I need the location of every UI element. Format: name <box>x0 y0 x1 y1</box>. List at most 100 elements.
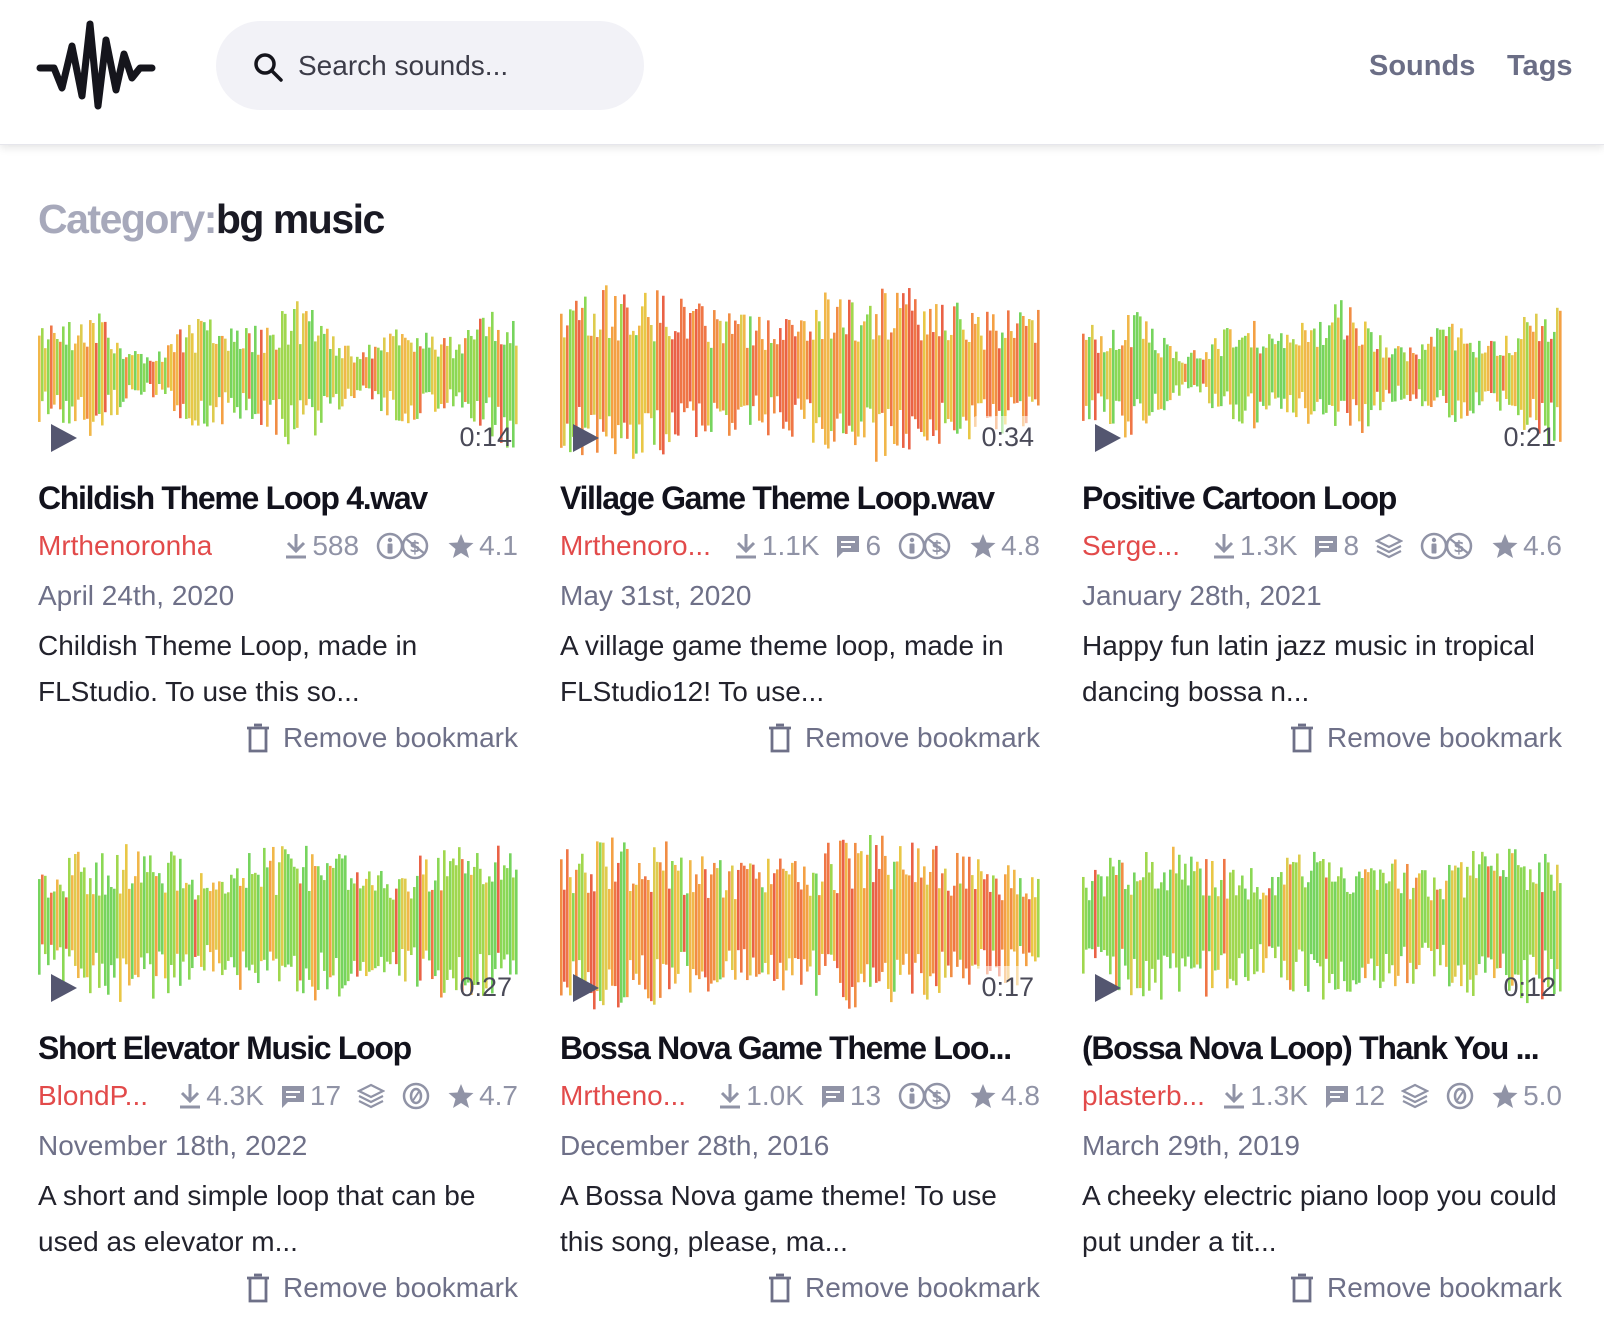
remove-bookmark-label: Remove bookmark <box>1327 722 1562 753</box>
play-icon[interactable] <box>48 971 80 1005</box>
waveform-bar <box>197 319 200 426</box>
waveform-bar <box>1496 853 1499 969</box>
remove-bookmark-label: Remove bookmark <box>1327 1272 1562 1303</box>
search-bar[interactable]: Search sounds... <box>216 21 644 110</box>
waveform-bar <box>428 891 431 961</box>
waveform-bar <box>347 345 350 389</box>
waveform-bar <box>1124 340 1127 438</box>
waveform[interactable]: 0:34 <box>560 278 1040 468</box>
sound-card[interactable]: 0:34 Village Game Theme Loop.wav Mrtheno… <box>560 278 1040 778</box>
waveform-bar <box>734 320 737 430</box>
waveform-bar <box>371 358 374 400</box>
waveform-bar <box>284 313 287 437</box>
waveform-bar <box>1433 346 1436 401</box>
license-stat[interactable]: $ <box>1445 1081 1475 1111</box>
waveform-bar <box>1289 864 1292 990</box>
remove-bookmark-button[interactable]: Remove bookmark <box>1289 1268 1562 1308</box>
cc-by-nc-icon: $ <box>898 532 951 560</box>
license-stat[interactable]: $ <box>897 1081 953 1111</box>
play-icon[interactable] <box>1092 421 1124 455</box>
comments-stat[interactable]: 17 <box>280 1078 341 1114</box>
author-link[interactable]: BlondP... <box>38 1078 148 1114</box>
waveform-bar <box>662 295 665 455</box>
waveform-bar <box>1508 353 1511 405</box>
waveform-bar <box>860 325 863 422</box>
comments-stat[interactable]: 13 <box>820 1078 881 1114</box>
waveform-bar <box>1103 896 1106 951</box>
waveform-bar <box>995 878 998 968</box>
remove-bookmark-button[interactable]: Remove bookmark <box>245 718 518 758</box>
waveform-bar <box>1019 312 1022 402</box>
waveform-bar <box>365 357 368 389</box>
sound-stats: 588 4.1 <box>284 528 518 564</box>
waveform-bar <box>686 338 689 409</box>
waveform-bar <box>998 348 1001 411</box>
nav-sounds-link[interactable]: Sounds <box>1369 48 1475 84</box>
play-icon[interactable] <box>570 971 602 1005</box>
download-icon <box>1224 1084 1245 1109</box>
sound-card[interactable]: 0:17 Bossa Nova Game Theme Loo... Mrthen… <box>560 828 1040 1328</box>
license-stat[interactable]: $ <box>375 531 431 561</box>
sound-title[interactable]: Village Game Theme Loop.wav <box>560 478 1040 518</box>
waveform-bar <box>38 335 41 422</box>
waveform-bar <box>653 341 656 445</box>
comments-stat[interactable]: 8 <box>1313 528 1359 564</box>
waveform-bar <box>731 333 734 423</box>
sound-title[interactable]: Positive Cartoon Loop <box>1082 478 1562 518</box>
sound-card[interactable]: 0:27 Short Elevator Music Loop BlondP...… <box>38 828 518 1328</box>
sound-title[interactable]: Short Elevator Music Loop <box>38 1028 518 1068</box>
author-link[interactable]: Mrtheno... <box>560 1078 686 1114</box>
waveform-bar <box>1409 899 1412 963</box>
waveform-bar <box>1529 869 1532 955</box>
sound-title[interactable]: (Bossa Nova Loop) Thank You ... <box>1082 1028 1562 1068</box>
remove-bookmark-button[interactable]: Remove bookmark <box>245 1268 518 1308</box>
waveform[interactable]: 0:14 <box>38 278 518 468</box>
search-input[interactable]: Search sounds... <box>298 49 508 83</box>
play-icon[interactable] <box>1092 971 1124 1005</box>
author-link[interactable]: Mrthenoronha <box>38 528 212 564</box>
license-stat[interactable]: $ <box>401 1081 431 1111</box>
remove-bookmark-button[interactable]: Remove bookmark <box>1289 718 1562 758</box>
play-icon[interactable] <box>570 421 602 455</box>
waveform-bar <box>305 311 308 406</box>
waveform-bars <box>560 835 1040 1010</box>
comments-stat[interactable]: 6 <box>835 528 881 564</box>
waveform-bar <box>851 888 854 987</box>
author-link[interactable]: Mrthenoro... <box>560 528 711 564</box>
waveform-bar <box>323 333 326 396</box>
license-stat[interactable]: $ <box>897 531 953 561</box>
sound-card[interactable]: 0:14 Childish Theme Loop 4.wav Mrthenoro… <box>38 278 518 778</box>
waveform-bar <box>230 328 233 398</box>
sound-title[interactable]: Bossa Nova Game Theme Loo... <box>560 1028 1040 1068</box>
comments-stat[interactable]: 12 <box>1324 1078 1385 1114</box>
waveform-bar <box>1388 357 1391 394</box>
author-link[interactable]: plasterb... <box>1082 1078 1205 1114</box>
waveform-bar <box>110 349 113 416</box>
waveform-bar <box>773 873 776 981</box>
nav-tags-link[interactable]: Tags <box>1507 48 1573 84</box>
waveform-bar <box>1187 885 1190 957</box>
waveform[interactable]: 0:27 <box>38 828 518 1018</box>
sound-card[interactable]: 0:21 Positive Cartoon Loop Serge... 1.3K <box>1082 278 1562 778</box>
sound-title[interactable]: Childish Theme Loop 4.wav <box>38 478 518 518</box>
remove-bookmark-button[interactable]: Remove bookmark <box>767 1268 1040 1308</box>
sound-card[interactable]: 0:12 (Bossa Nova Loop) Thank You ... pla… <box>1082 828 1562 1328</box>
waveform-bar <box>1439 329 1442 391</box>
play-icon[interactable] <box>48 421 80 455</box>
license-stat[interactable]: $ <box>1419 531 1475 561</box>
waveform-bar <box>1013 337 1016 404</box>
waveform-bar <box>602 842 605 1006</box>
author-link[interactable]: Serge... <box>1082 528 1180 564</box>
waveform-bar <box>1373 870 1376 981</box>
waveform-logo-icon[interactable] <box>36 18 156 118</box>
layers-icon <box>357 1083 386 1109</box>
waveform-bar <box>1151 861 1154 969</box>
waveform-bar <box>1457 337 1460 401</box>
waveform-bar <box>1313 851 1316 960</box>
waveform[interactable]: 0:12 <box>1082 828 1562 1018</box>
waveform[interactable]: 0:17 <box>560 828 1040 1018</box>
waveform-bar <box>242 348 245 394</box>
remove-bookmark-button[interactable]: Remove bookmark <box>767 718 1040 758</box>
waveform[interactable]: 0:21 <box>1082 278 1562 468</box>
waveform-bar <box>710 874 713 984</box>
